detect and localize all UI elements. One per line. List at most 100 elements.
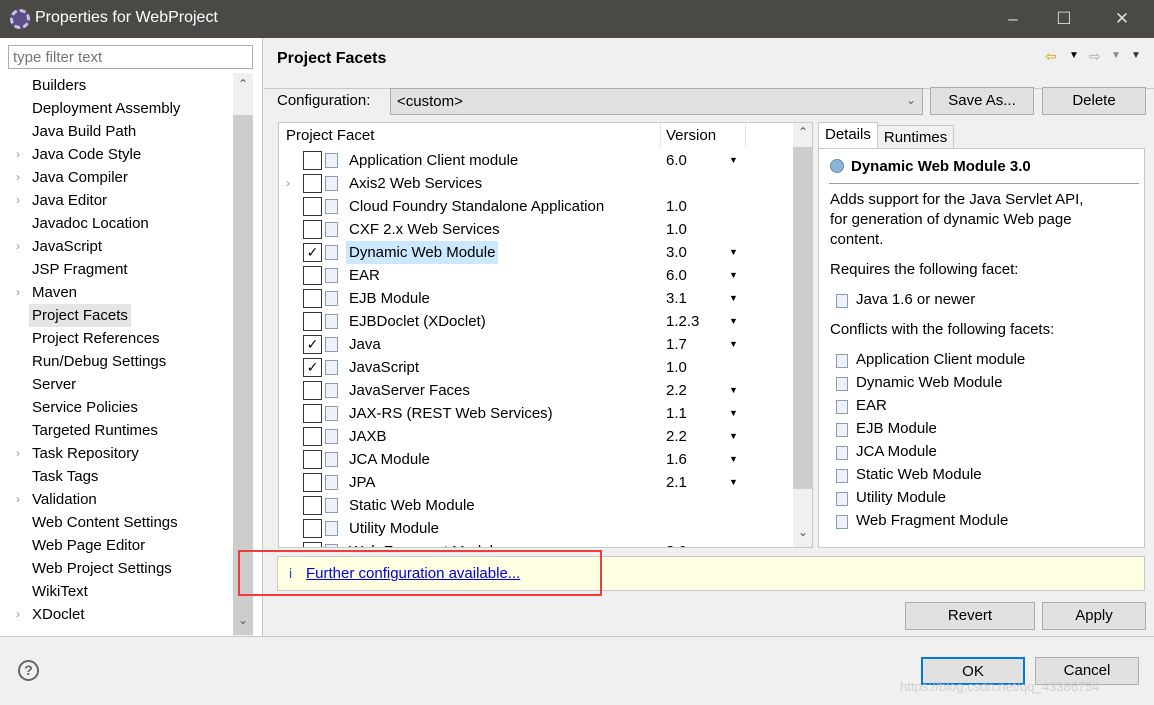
facet-version[interactable]: 1.6: [666, 448, 687, 471]
back-arrow-icon[interactable]: ⇦: [1045, 48, 1057, 65]
version-dropdown-icon[interactable]: ▼: [729, 333, 738, 356]
table-row[interactable]: JavaServer Faces 2.2 ▼: [279, 379, 794, 402]
revert-button[interactable]: Revert: [905, 602, 1035, 630]
facet-version[interactable]: 2.2: [666, 425, 687, 448]
facet-version[interactable]: 1.2.3: [666, 310, 699, 333]
version-dropdown-icon[interactable]: ▼: [729, 287, 738, 310]
sidebar-item[interactable]: Java Build Path: [32, 120, 136, 143]
expand-chevron-icon[interactable]: ›: [16, 235, 20, 258]
filter-input[interactable]: [8, 45, 253, 69]
scroll-down-icon[interactable]: ⌄: [233, 613, 253, 627]
sidebar-item[interactable]: Service Policies: [32, 396, 138, 419]
sidebar-item[interactable]: Project References: [32, 327, 160, 350]
table-row[interactable]: EAR 6.0 ▼: [279, 264, 794, 287]
apply-button[interactable]: Apply: [1042, 602, 1146, 630]
facet-checkbox[interactable]: [303, 312, 322, 331]
facet-version[interactable]: 2.2: [666, 379, 687, 402]
facet-checkbox[interactable]: [303, 519, 322, 538]
sidebar-item[interactable]: Web Project Settings: [32, 557, 172, 580]
sidebar-item[interactable]: Javadoc Location: [32, 212, 149, 235]
tab-runtimes[interactable]: Runtimes: [877, 125, 955, 149]
table-row[interactable]: ✓ Dynamic Web Module 3.0 ▼: [279, 241, 794, 264]
facet-checkbox[interactable]: [303, 220, 322, 239]
facet-checkbox[interactable]: [303, 174, 322, 193]
facet-version[interactable]: 6.0: [666, 264, 687, 287]
table-row[interactable]: JAXB 2.2 ▼: [279, 425, 794, 448]
sidebar-item[interactable]: Java Code Style: [32, 143, 141, 166]
sidebar-item[interactable]: Task Repository: [32, 442, 139, 465]
facet-version[interactable]: 1.1: [666, 402, 687, 425]
sidebar-item[interactable]: Java Compiler: [32, 166, 128, 189]
table-row[interactable]: EJB Module 3.1 ▼: [279, 287, 794, 310]
forward-menu-icon[interactable]: ▼: [1111, 50, 1121, 61]
view-menu-icon[interactable]: ▼: [1131, 50, 1141, 61]
sidebar-item[interactable]: Java Editor: [32, 189, 107, 212]
column-header-facet[interactable]: Project Facet: [286, 127, 374, 144]
table-row[interactable]: Utility Module: [279, 517, 794, 540]
facet-checkbox[interactable]: [303, 542, 322, 547]
minimize-button[interactable]: –: [998, 6, 1028, 32]
facet-checkbox[interactable]: [303, 473, 322, 492]
table-row[interactable]: › Axis2 Web Services: [279, 172, 794, 195]
sidebar-item[interactable]: Builders: [32, 74, 86, 97]
facet-checkbox[interactable]: ✓: [303, 358, 322, 377]
facet-checkbox[interactable]: [303, 427, 322, 446]
sidebar-item[interactable]: Deployment Assembly: [32, 97, 180, 120]
facet-version[interactable]: 6.0: [666, 149, 687, 172]
forward-arrow-icon[interactable]: ⇨: [1089, 48, 1101, 65]
facet-checkbox[interactable]: ✓: [303, 243, 322, 262]
table-row[interactable]: JCA Module 1.6 ▼: [279, 448, 794, 471]
facet-version[interactable]: 3.0: [666, 241, 687, 264]
expand-chevron-icon[interactable]: ›: [286, 172, 290, 195]
sidebar-item[interactable]: JavaScript: [32, 235, 102, 258]
version-dropdown-icon[interactable]: ▼: [729, 425, 738, 448]
table-row[interactable]: Cloud Foundry Standalone Application 1.0: [279, 195, 794, 218]
sidebar-item[interactable]: WikiText: [32, 580, 88, 603]
help-icon[interactable]: ?: [18, 660, 39, 681]
close-button[interactable]: ✕: [1107, 6, 1137, 32]
sidebar-item[interactable]: Project Facets: [29, 304, 131, 327]
scroll-up-icon[interactable]: ⌃: [793, 125, 812, 139]
table-scrollbar[interactable]: ⌃ ⌄: [793, 123, 812, 547]
sidebar-item[interactable]: Web Content Settings: [32, 511, 178, 534]
scroll-thumb[interactable]: [793, 147, 812, 489]
save-as-button[interactable]: Save As...: [930, 87, 1034, 115]
scroll-down-icon[interactable]: ⌄: [793, 525, 812, 539]
maximize-button[interactable]: ☐: [1049, 6, 1079, 32]
version-dropdown-icon[interactable]: ▼: [729, 402, 738, 425]
facet-checkbox[interactable]: [303, 496, 322, 515]
version-dropdown-icon[interactable]: ▼: [729, 448, 738, 471]
facet-checkbox[interactable]: [303, 289, 322, 308]
column-header-version[interactable]: Version: [666, 127, 716, 144]
version-dropdown-icon[interactable]: ▼: [729, 241, 738, 264]
configuration-select[interactable]: <custom> ⌄: [390, 88, 923, 115]
sidebar-item[interactable]: JSP Fragment: [32, 258, 128, 281]
table-row[interactable]: ✓ Java 1.7 ▼: [279, 333, 794, 356]
sidebar-item[interactable]: XDoclet: [32, 603, 85, 626]
expand-chevron-icon[interactable]: ›: [16, 281, 20, 304]
table-row[interactable]: Web Fragment Module 3.0: [279, 540, 794, 547]
sidebar-item[interactable]: Validation: [32, 488, 97, 511]
table-row[interactable]: JPA 2.1 ▼: [279, 471, 794, 494]
version-dropdown-icon[interactable]: ▼: [729, 471, 738, 494]
expand-chevron-icon[interactable]: ›: [16, 189, 20, 212]
table-row[interactable]: Application Client module 6.0 ▼: [279, 149, 794, 172]
sidebar-item[interactable]: Web Page Editor: [32, 534, 145, 557]
version-dropdown-icon[interactable]: ▼: [729, 264, 738, 287]
facet-checkbox[interactable]: [303, 197, 322, 216]
version-dropdown-icon[interactable]: ▼: [729, 149, 738, 172]
sidebar-item[interactable]: Maven: [32, 281, 77, 304]
sidebar-item[interactable]: Run/Debug Settings: [32, 350, 166, 373]
delete-button[interactable]: Delete: [1042, 87, 1146, 115]
table-row[interactable]: Static Web Module: [279, 494, 794, 517]
expand-chevron-icon[interactable]: ›: [16, 166, 20, 189]
expand-chevron-icon[interactable]: ›: [16, 488, 20, 511]
sidebar-item[interactable]: Server: [32, 373, 76, 396]
version-dropdown-icon[interactable]: ▼: [729, 310, 738, 333]
table-row[interactable]: JAX-RS (REST Web Services) 1.1 ▼: [279, 402, 794, 425]
facet-checkbox[interactable]: ✓: [303, 335, 322, 354]
expand-chevron-icon[interactable]: ›: [16, 143, 20, 166]
sidebar-item[interactable]: Task Tags: [32, 465, 98, 488]
facet-version[interactable]: 2.1: [666, 471, 687, 494]
back-menu-icon[interactable]: ▼: [1069, 50, 1079, 61]
